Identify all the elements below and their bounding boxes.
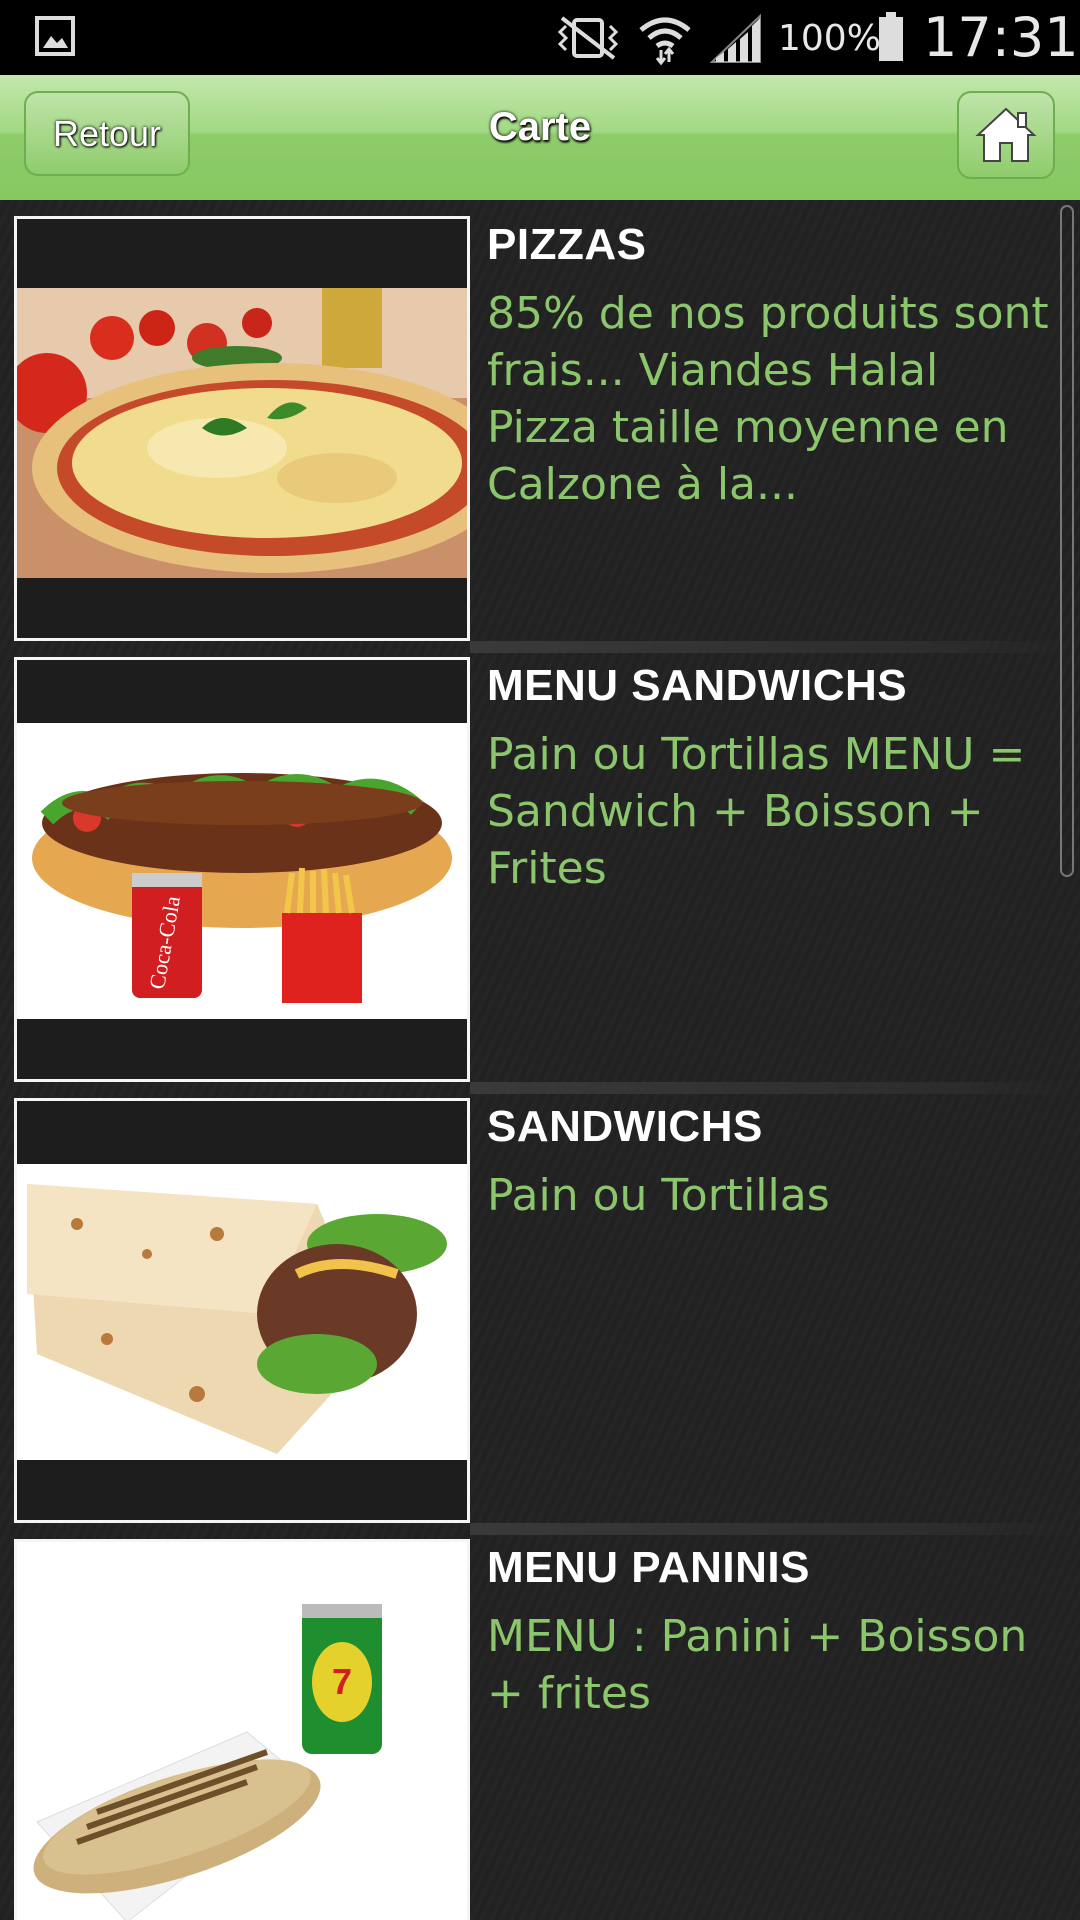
wifi-icon: [639, 17, 691, 66]
clock: 17:31: [923, 6, 1079, 69]
item-thumbnail: 7: [14, 1539, 470, 1920]
battery-percent: 100%: [778, 18, 881, 59]
page-title: Carte: [488, 105, 592, 149]
sandwich-menu-image: Coca-Cola: [17, 723, 467, 1019]
item-title: PIZZAS: [487, 220, 647, 269]
item-description: Pain ou Tortillas MENU = Sandwich + Bois…: [487, 729, 1026, 894]
battery-icon: [879, 12, 903, 61]
gallery-notification-icon: [35, 16, 75, 56]
item-thumbnail: [14, 1098, 470, 1523]
signal-icon: [710, 14, 761, 63]
list-item-pizzas[interactable]: PIZZAS 85% de nos produits sont frais...…: [0, 200, 1065, 641]
home-button[interactable]: [957, 91, 1055, 179]
list-item-sandwichs[interactable]: SANDWICHS Pain ou Tortillas: [0, 1082, 1065, 1523]
vibrate-icon: [557, 16, 619, 60]
menu-category-list: PIZZAS 85% de nos produits sont frais...…: [0, 200, 1080, 1920]
panini-menu-image: 7: [17, 1542, 467, 1920]
item-title: MENU PANINIS: [487, 1543, 810, 1592]
item-description: MENU : Panini + Boisson + frites: [487, 1611, 1028, 1719]
list-item-menu-sandwichs[interactable]: Coca-Cola MENU SANDWICHS Pain ou Tortill…: [0, 641, 1065, 1082]
item-thumbnail: Coca-Cola: [14, 657, 470, 1082]
wrap-image: [17, 1164, 467, 1460]
svg-text:7: 7: [332, 1661, 352, 1702]
top-nav-bar: Retour Carte: [0, 75, 1080, 201]
home-icon: [975, 107, 1037, 162]
item-title: MENU SANDWICHS: [487, 661, 908, 710]
item-thumbnail: [14, 216, 470, 641]
item-title: SANDWICHS: [487, 1102, 763, 1151]
scrollbar[interactable]: [1060, 205, 1074, 877]
status-bar: 100% 17:31: [0, 0, 1080, 75]
list-item-menu-paninis[interactable]: 7 MENU PANINIS MENU : Panini + Boisson +…: [0, 1523, 1065, 1920]
pizza-image: [17, 288, 467, 578]
item-description: 85% de nos produits sont frais... Viande…: [487, 288, 1049, 510]
item-description: Pain ou Tortillas: [487, 1170, 830, 1221]
